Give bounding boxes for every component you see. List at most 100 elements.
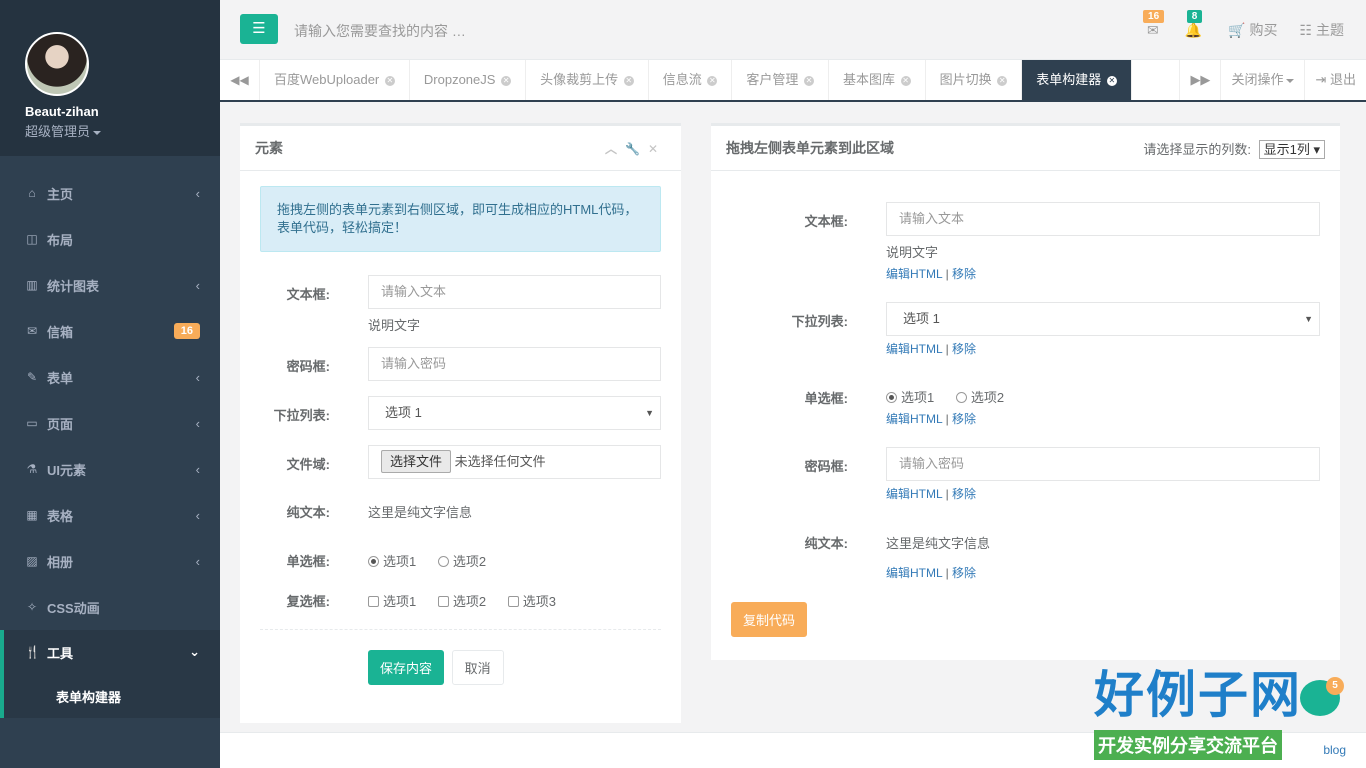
drop-select-row[interactable]: 下拉列表: 选项 1 编辑HTML | 移除 bbox=[711, 302, 1320, 357]
sidebar-item-tables[interactable]: ▦ 表格 ‹ bbox=[0, 492, 220, 538]
save-button[interactable]: 保存内容 bbox=[368, 650, 445, 685]
choose-file-button[interactable]: 选择文件 bbox=[381, 450, 452, 473]
edit-html-link[interactable]: 编辑HTML bbox=[886, 487, 942, 501]
close-icon[interactable]: ✕ bbox=[501, 75, 512, 86]
checkbox[interactable] bbox=[368, 596, 379, 607]
edit-html-link[interactable]: 编辑HTML bbox=[886, 412, 942, 426]
close-icon[interactable]: ✕ bbox=[997, 75, 1008, 86]
radio-option-2[interactable]: 选项2 bbox=[955, 390, 1004, 405]
remove-link[interactable]: 移除 bbox=[952, 566, 976, 580]
close-icon[interactable]: ✕ bbox=[803, 75, 814, 86]
buy-label: 购买 bbox=[1249, 22, 1278, 38]
sidebar-item-home[interactable]: ⌂ 主页 ‹ bbox=[0, 170, 220, 216]
sidebar-subitem-form-builder[interactable]: 表单构建器 bbox=[25, 674, 220, 718]
envelope-icon: ✉ bbox=[1147, 21, 1159, 38]
menu-toggle-button[interactable]: ☰ bbox=[240, 14, 278, 44]
drop-text-row[interactable]: 文本框: 请输入文本 说明文字 编辑HTML | 移除 bbox=[711, 202, 1320, 282]
checkbox-option-3[interactable]: 选项3 bbox=[507, 594, 556, 609]
picture-icon: ▨ bbox=[26, 554, 38, 568]
tabs-scroll-right-button[interactable]: ▶▶ bbox=[1179, 60, 1220, 100]
sidebar-item-css-animation[interactable]: ✧ CSS动画 bbox=[0, 584, 220, 630]
drop-password-row[interactable]: 密码框: 请输入密码 编辑HTML | 移除 bbox=[711, 447, 1320, 502]
remove-link[interactable]: 移除 bbox=[952, 342, 976, 356]
close-icon[interactable]: ✕ bbox=[707, 75, 718, 86]
flask-icon: ⚗ bbox=[26, 462, 38, 476]
logout-label: 退出 bbox=[1329, 72, 1356, 87]
avatar[interactable] bbox=[25, 32, 89, 96]
edit-html-link[interactable]: 编辑HTML bbox=[886, 566, 942, 580]
blog-link[interactable]: blog bbox=[1323, 743, 1346, 757]
checkbox[interactable] bbox=[437, 596, 449, 607]
wrench-icon[interactable]: 🔧 bbox=[625, 142, 648, 156]
separator: | bbox=[945, 267, 949, 281]
checkbox-option-1[interactable]: 选项1 bbox=[368, 594, 416, 609]
close-icon[interactable]: ✕ bbox=[623, 75, 634, 86]
sidebar-item-gallery[interactable]: ▨ 相册 ‹ bbox=[0, 538, 220, 584]
file-row: 文件域: 选择文件 未选择任何文件 bbox=[240, 445, 661, 479]
profile: Beaut-zihan 超级管理员 bbox=[0, 0, 220, 156]
tab-carousel[interactable]: 图片切换 ✕ bbox=[926, 60, 1023, 100]
text-field-label: 文本框: bbox=[804, 214, 848, 229]
tab-webuploader[interactable]: 百度WebUploader ✕ bbox=[260, 60, 410, 100]
drop-radio-row[interactable]: 单选框: 选项1 选项2 编辑HTML | 移除 bbox=[711, 379, 1022, 427]
remove-link[interactable]: 移除 bbox=[952, 267, 976, 281]
tabs-scroll-left-button[interactable]: ◀◀ bbox=[220, 60, 260, 100]
tab-avatar-crop[interactable]: 头像裁剪上传 ✕ bbox=[526, 60, 649, 100]
logout-button[interactable]: ⇥ 退出 bbox=[1304, 60, 1366, 100]
text-field-label: 文本框: bbox=[286, 287, 330, 302]
drop-plain-text-row[interactable]: 纯文本: 这里是纯文字信息 编辑HTML | 移除 bbox=[711, 524, 990, 581]
close-operations-label: 关闭操作 bbox=[1231, 72, 1284, 87]
sidebar-item-charts[interactable]: ▥ 统计图表 ‹ bbox=[0, 262, 220, 308]
copy-code-button[interactable]: 复制代码 bbox=[731, 602, 808, 637]
tab-dropzone[interactable]: DropzoneJS ✕ bbox=[410, 60, 527, 100]
edit-html-link[interactable]: 编辑HTML bbox=[886, 267, 942, 281]
sidebar-item-mailbox[interactable]: ✉ 信箱 16 bbox=[0, 308, 220, 354]
sidebar-item-ui-elements[interactable]: ⚗ UI元素 ‹ bbox=[0, 446, 220, 492]
sidebar-item-forms[interactable]: ✎ 表单 ‹ bbox=[0, 354, 220, 400]
info-alert: 拖拽左侧的表单元素到右侧区域，即可生成相应的HTML代码，表单代码，轻松搞定！ bbox=[260, 186, 661, 252]
remove-link[interactable]: 移除 bbox=[952, 487, 976, 501]
user-role-dropdown[interactable]: 超级管理员 bbox=[25, 121, 220, 140]
radio-option-2[interactable]: 选项2 bbox=[437, 554, 486, 569]
edit-html-link[interactable]: 编辑HTML bbox=[886, 342, 942, 356]
panel-title: 拖拽左侧表单元素到此区域 bbox=[726, 140, 894, 156]
sidebar-item-label: 统计图表 bbox=[47, 278, 100, 294]
password-input[interactable]: 请输入密码 bbox=[368, 347, 661, 381]
text-input[interactable]: 请输入文本 bbox=[368, 275, 661, 309]
radio-option-1[interactable]: 选项1 bbox=[886, 390, 934, 405]
theme-link[interactable]: ☷ 主题 bbox=[1300, 20, 1344, 40]
radio-button[interactable] bbox=[955, 392, 967, 403]
select-dropdown[interactable]: 选项 1 bbox=[886, 302, 1320, 336]
columns-select[interactable]: 显示1列 ▾ bbox=[1258, 139, 1325, 159]
close-icon[interactable]: ✕ bbox=[1106, 75, 1117, 86]
notifications-button[interactable]: 🔔 8 bbox=[1185, 9, 1203, 39]
buy-link[interactable]: 🛒 购买 bbox=[1228, 20, 1277, 40]
checkbox[interactable] bbox=[507, 596, 519, 607]
layout-icon: ◫ bbox=[26, 232, 38, 246]
sidebar-item-pages[interactable]: ▭ 页面 ‹ bbox=[0, 400, 220, 446]
close-icon[interactable]: ✕ bbox=[900, 75, 911, 86]
cancel-button[interactable]: 取消 bbox=[451, 650, 504, 685]
chevron-up-icon[interactable]: ︿ bbox=[605, 142, 625, 156]
radio-option-1[interactable]: 选项1 bbox=[368, 554, 416, 569]
select-dropdown[interactable]: 选项 1 bbox=[368, 396, 661, 430]
tab-feed[interactable]: 信息流 ✕ bbox=[649, 60, 733, 100]
close-icon[interactable]: ✕ bbox=[384, 75, 395, 86]
search-input[interactable]: 请输入您需要查找的内容 … bbox=[294, 21, 466, 41]
close-operations-dropdown[interactable]: 关闭操作 bbox=[1220, 60, 1304, 100]
messages-button[interactable]: ✉ 16 bbox=[1143, 9, 1165, 39]
close-icon[interactable]: ✕ bbox=[648, 142, 666, 156]
radio-button[interactable] bbox=[368, 556, 379, 567]
sidebar-item-tools-toggle[interactable]: 🍴 工具 ⌄ bbox=[25, 630, 220, 674]
tab-form-builder[interactable]: 表单构建器 ✕ bbox=[1022, 60, 1132, 100]
remove-link[interactable]: 移除 bbox=[952, 412, 976, 426]
sidebar-nav: ⌂ 主页 ‹ ◫ 布局 ▥ 统计图表 ‹ ✉ 信箱 16 ✎ 表单 ‹ ▭ 页面 ‹ ⚗ UI元素 ‹ ▦… bbox=[0, 170, 220, 718]
password-input[interactable]: 请输入密码 bbox=[886, 447, 1320, 481]
tab-clients[interactable]: 客户管理 ✕ bbox=[732, 60, 829, 100]
text-input[interactable]: 请输入文本 bbox=[886, 202, 1320, 236]
checkbox-option-2[interactable]: 选项2 bbox=[437, 594, 486, 609]
radio-button[interactable] bbox=[886, 392, 897, 403]
radio-button[interactable] bbox=[437, 556, 449, 567]
sidebar-item-layout[interactable]: ◫ 布局 bbox=[0, 216, 220, 262]
tab-gallery[interactable]: 基本图库 ✕ bbox=[829, 60, 926, 100]
